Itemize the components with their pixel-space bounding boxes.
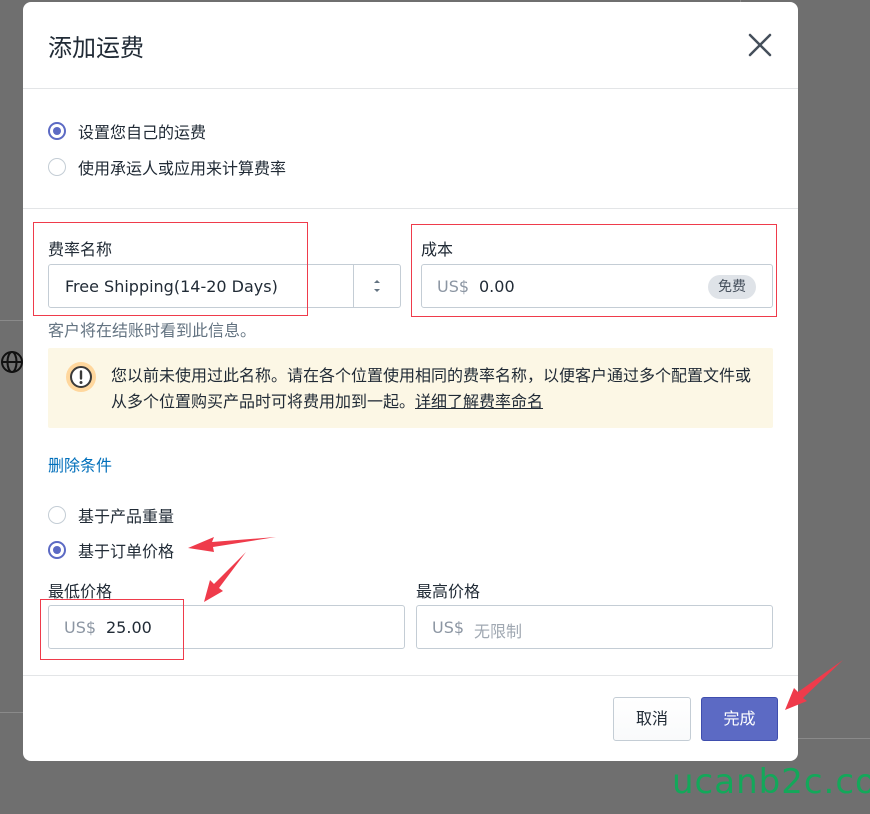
max-price-placeholder: 无限制 (474, 622, 523, 641)
done-button[interactable]: 完成 (701, 697, 778, 741)
currency-prefix: US$ (437, 277, 470, 296)
cost-label: 成本 (421, 240, 454, 259)
select-arrows-icon (374, 280, 380, 292)
globe-icon (1, 351, 23, 373)
learn-more-link[interactable]: 详细了解费率命名 (415, 392, 543, 411)
radio-label: 基于订单价格 (78, 542, 175, 561)
close-icon[interactable] (745, 30, 775, 60)
remove-conditions-link[interactable]: 删除条件 (48, 452, 112, 476)
radio-label: 基于产品重量 (78, 507, 175, 526)
radio-price-based[interactable]: 基于订单价格 (48, 538, 174, 562)
modal-title: 添加运费 (48, 34, 144, 62)
radio-label: 设置您自己的运费 (78, 123, 207, 142)
free-badge: 免费 (708, 275, 756, 299)
radio-button[interactable] (48, 506, 66, 524)
cancel-button[interactable]: 取消 (613, 697, 691, 741)
currency-prefix: US$ (64, 618, 97, 637)
currency-prefix: US$ (432, 618, 465, 637)
rate-name-label: 费率名称 (48, 240, 113, 259)
max-price-input[interactable]: US$ 无限制 (416, 605, 773, 649)
add-rate-modal: 添加运费 设置您自己的运费 使用承运人或应用来计算费率 费率名称 Free Sh… (23, 2, 798, 761)
radio-label: 使用承运人或应用来计算费率 (78, 159, 287, 178)
section-divider (23, 208, 798, 209)
background-divider (0, 712, 23, 713)
min-price-label: 最低价格 (48, 582, 113, 601)
min-price-value: 25.00 (106, 618, 152, 637)
rate-name-select[interactable]: Free Shipping(14-20 Days) (48, 264, 401, 308)
cost-input[interactable]: US$ 0.00 免费 (421, 264, 773, 308)
background-divider (0, 320, 23, 321)
warning-text: 您以前未使用过此名称。请在各个位置使用相同的费率名称，以便客户通过多个配置文件或… (111, 363, 761, 415)
max-price-label: 最高价格 (416, 582, 481, 601)
footer-divider (23, 675, 798, 676)
cost-value: 0.00 (479, 277, 515, 296)
radio-use-carrier-rate[interactable]: 使用承运人或应用来计算费率 (48, 155, 286, 179)
modal-header: 添加运费 (23, 2, 798, 89)
rate-name-help: 客户将在结账时看到此信息。 (48, 321, 257, 340)
radio-weight-based[interactable]: 基于产品重量 (48, 503, 174, 527)
rate-name-value: Free Shipping(14-20 Days) (65, 277, 278, 296)
warning-icon (66, 362, 96, 392)
background-divider (798, 738, 870, 739)
min-price-input[interactable]: US$ 25.00 (48, 605, 405, 649)
radio-button[interactable] (48, 158, 66, 176)
radio-button[interactable] (48, 122, 66, 140)
watermark-text: ucanb2c.com (672, 762, 870, 802)
select-toggle[interactable] (353, 265, 400, 307)
radio-set-own-rate[interactable]: 设置您自己的运费 (48, 119, 206, 143)
warning-banner: 您以前未使用过此名称。请在各个位置使用相同的费率名称，以便客户通过多个配置文件或… (48, 348, 773, 428)
radio-button[interactable] (48, 541, 66, 559)
